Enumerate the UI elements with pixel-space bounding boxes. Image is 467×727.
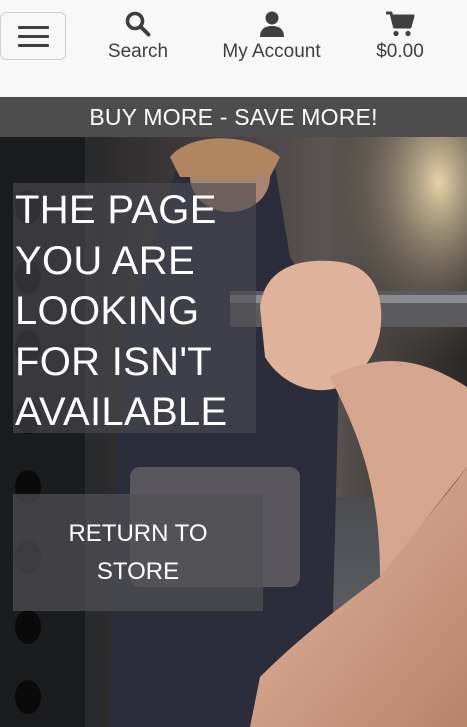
error-heading-box: THE PAGE YOU ARE LOOKING FOR ISN'T AVAIL… xyxy=(13,183,256,434)
return-to-store-button[interactable]: RETURN TO STORE xyxy=(13,494,263,611)
menu-toggle-button[interactable] xyxy=(0,12,66,60)
site-header: Search My Account $0.00 xyxy=(0,0,467,97)
my-account-label: My Account xyxy=(222,41,321,62)
hamburger-menu-icon-bar xyxy=(18,44,49,47)
cart-link[interactable]: $0.00 xyxy=(369,8,431,68)
my-account-link[interactable]: My Account xyxy=(214,8,329,68)
shopping-cart-icon xyxy=(385,10,415,43)
search-link[interactable]: Search xyxy=(103,8,173,68)
search-icon xyxy=(124,10,152,43)
search-label: Search xyxy=(107,41,169,62)
promo-banner: BUY MORE - SAVE MORE! xyxy=(0,97,467,137)
user-icon xyxy=(259,10,285,43)
cart-total-label: $0.00 xyxy=(376,41,424,62)
error-heading: THE PAGE YOU ARE LOOKING FOR ISN'T AVAIL… xyxy=(15,188,228,434)
hamburger-menu-icon-bar xyxy=(18,35,49,38)
hero-section: THE PAGE YOU ARE LOOKING FOR ISN'T AVAIL… xyxy=(0,137,467,727)
hamburger-menu-icon xyxy=(18,26,49,29)
return-to-store-label: RETURN TO STORE xyxy=(68,519,208,585)
